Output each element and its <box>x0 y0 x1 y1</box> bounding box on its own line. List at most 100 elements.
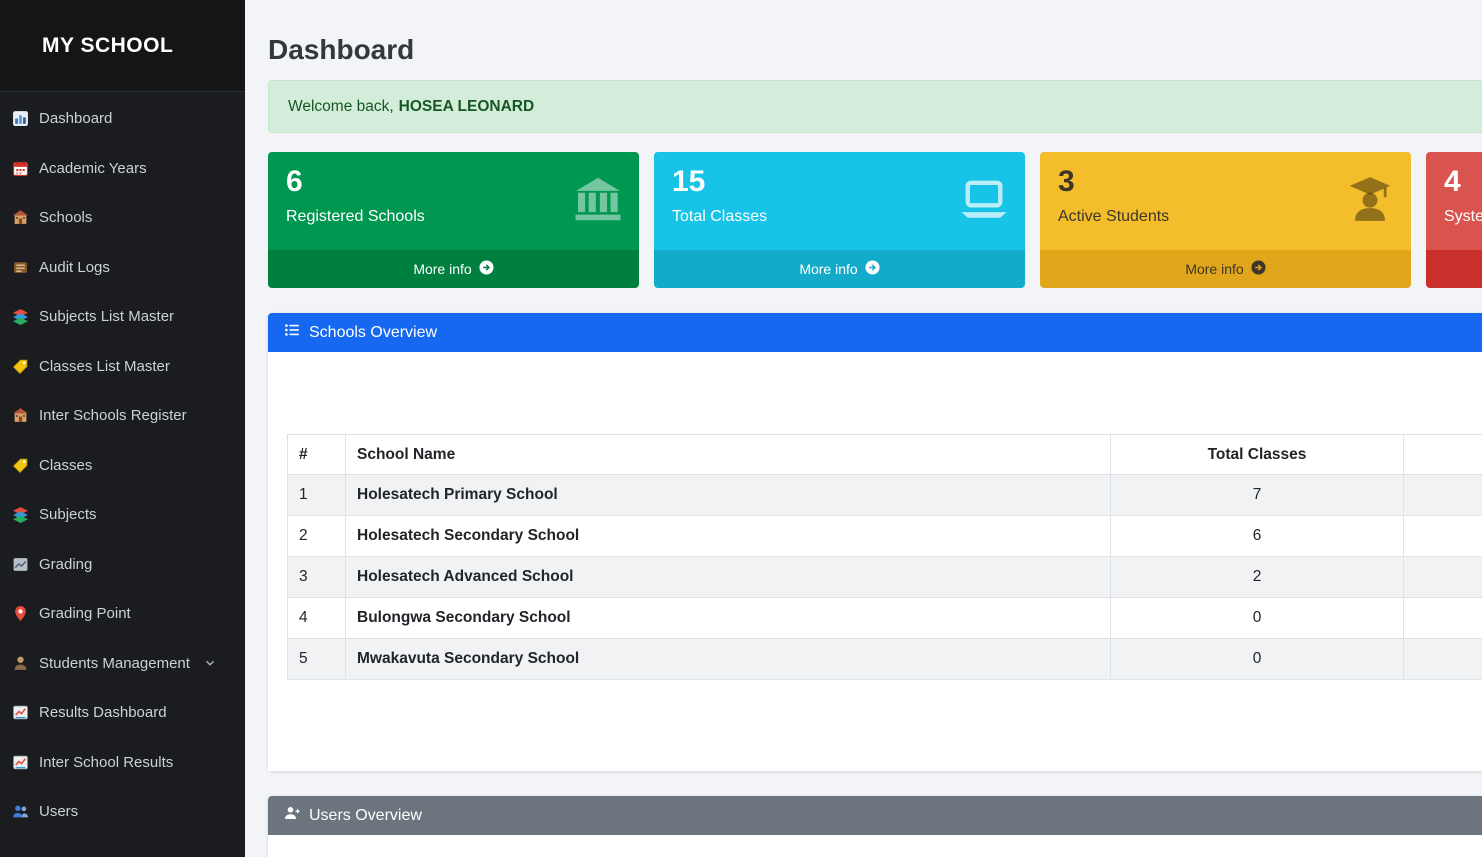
graduate-icon <box>1345 174 1395 229</box>
school-name-cell: Holesatech Primary School <box>346 475 1111 516</box>
sidebar-item-label: Students Management <box>39 655 190 672</box>
total-classes-cell: 0 <box>1111 639 1404 680</box>
schools-overview-header: Schools Overview <box>268 313 1482 352</box>
sidebar-item-label: Subjects List Master <box>39 308 174 325</box>
sidebar-item-grading-point[interactable]: Grading Point <box>0 589 245 639</box>
users-overview-card: Users Overview <box>268 796 1482 857</box>
more-info-link[interactable]: More info <box>268 250 639 288</box>
brand: MY SCHOOL <box>0 0 245 92</box>
card-title: Schools Overview <box>309 324 437 342</box>
school-icon <box>12 209 29 226</box>
user-plus-icon <box>284 805 300 826</box>
users-icon <box>12 803 29 820</box>
books-icon <box>12 308 29 325</box>
sidebar-item-label: Academic Years <box>39 160 147 177</box>
results-icon <box>12 704 29 721</box>
sidebar-item-schools[interactable]: Schools <box>0 193 245 243</box>
sidebar-item-inter-school-results[interactable]: Inter School Results <box>0 738 245 788</box>
total-classes-cell: 2 <box>1111 557 1404 598</box>
sidebar-item-label: Grading <box>39 556 92 573</box>
col-header-extra <box>1404 435 1482 475</box>
sidebar-item-subjects[interactable]: Subjects <box>0 490 245 540</box>
table-row: 4 Bulongwa Secondary School 0 <box>288 598 1482 639</box>
sidebar-item-audit-logs[interactable]: Audit Logs <box>0 243 245 293</box>
student-icon <box>12 655 29 672</box>
sidebar-item-classes-list-master[interactable]: Classes List Master <box>0 342 245 392</box>
info-box-label: System Users <box>1444 208 1482 226</box>
school-name-cell: Bulongwa Secondary School <box>346 598 1111 639</box>
col-header-school-name: School Name <box>346 435 1111 475</box>
school-icon <box>12 407 29 424</box>
table-row: 1 Holesatech Primary School 7 <box>288 475 1482 516</box>
school-building-icon <box>573 174 623 229</box>
sidebar-item-label: Results Dashboard <box>39 704 167 721</box>
sidebar-item-users[interactable]: Users <box>0 787 245 837</box>
sidebar-item-dashboard[interactable]: Dashboard <box>0 94 245 144</box>
sidebar-item-label: Schools <box>39 209 92 226</box>
sidebar-item-label: Classes List Master <box>39 358 170 375</box>
schools-overview-card: Schools Overview # School Name Total Cla… <box>268 313 1482 771</box>
sidebar-item-label: Dashboard <box>39 110 112 127</box>
arrow-circle-right-icon <box>479 260 494 278</box>
table-row: 5 Mwakavuta Secondary School 0 <box>288 639 1482 680</box>
main-content: Dashboard Welcome back, HOSEA LEONARD 6 … <box>245 0 1482 857</box>
grading-icon <box>12 556 29 573</box>
school-name-cell: Holesatech Secondary School <box>346 516 1111 557</box>
books-icon <box>12 506 29 523</box>
school-name-cell: Holesatech Advanced School <box>346 557 1111 598</box>
info-box-system-users: 4 System Users More info <box>1426 152 1482 288</box>
info-box-total-classes: 15 Total Classes More info <box>654 152 1025 288</box>
sidebar-item-academic-years[interactable]: Academic Years <box>0 144 245 194</box>
calendar-icon <box>12 160 29 177</box>
sidebar-item-grading[interactable]: Grading <box>0 540 245 590</box>
school-name-cell: Mwakavuta Secondary School <box>346 639 1111 680</box>
info-box-label: Registered Schools <box>286 208 621 226</box>
welcome-user-name: HOSEA LEONARD <box>399 98 535 116</box>
total-classes-cell: 6 <box>1111 516 1404 557</box>
chart-icon <box>12 110 29 127</box>
info-box-registered-schools: 6 Registered Schools More info <box>268 152 639 288</box>
info-box-value: 15 <box>672 165 1007 200</box>
laptop-icon <box>959 174 1009 229</box>
sidebar-item-label: Audit Logs <box>39 259 110 276</box>
sidebar-item-students-management[interactable]: Students Management <box>0 639 245 689</box>
sidebar-item-label: Subjects <box>39 506 97 523</box>
info-boxes-row: 6 Registered Schools More info 15 Total … <box>268 152 1482 288</box>
schools-table: # School Name Total Classes 1 Holesatech… <box>287 434 1482 680</box>
sidebar-item-results-dashboard[interactable]: Results Dashboard <box>0 688 245 738</box>
more-info-link[interactable]: More info <box>654 250 1025 288</box>
info-box-active-students: 3 Active Students More info <box>1040 152 1411 288</box>
list-icon <box>284 322 300 343</box>
more-info-link[interactable]: More info <box>1040 250 1411 288</box>
total-classes-cell: 7 <box>1111 475 1404 516</box>
card-title: Users Overview <box>309 807 422 825</box>
sidebar-nav: Dashboard Academic Years Schools Audit L… <box>0 92 245 837</box>
welcome-banner: Welcome back, HOSEA LEONARD <box>268 80 1482 133</box>
logs-icon <box>12 259 29 276</box>
col-header-total-classes: Total Classes <box>1111 435 1404 475</box>
info-box-label: Active Students <box>1058 208 1393 226</box>
col-header-index: # <box>288 435 346 475</box>
info-box-value: 4 <box>1444 165 1482 200</box>
sidebar-item-label: Grading Point <box>39 605 131 622</box>
total-classes-cell: 0 <box>1111 598 1404 639</box>
welcome-text: Welcome back, <box>288 98 394 116</box>
more-info-link[interactable]: More info <box>1426 250 1482 288</box>
arrow-circle-right-icon <box>865 260 880 278</box>
sidebar-item-label: Inter Schools Register <box>39 407 187 424</box>
info-box-value: 3 <box>1058 165 1393 200</box>
sidebar: MY SCHOOL Dashboard Academic Years Schoo… <box>0 0 245 857</box>
brand-title: MY SCHOOL <box>42 34 173 58</box>
table-row: 2 Holesatech Secondary School 6 <box>288 516 1482 557</box>
sidebar-item-subjects-list-master[interactable]: Subjects List Master <box>0 292 245 342</box>
sidebar-item-classes[interactable]: Classes <box>0 441 245 491</box>
arrow-circle-right-icon <box>1251 260 1266 278</box>
sidebar-item-label: Inter School Results <box>39 754 173 771</box>
tag-icon <box>12 457 29 474</box>
results-icon <box>12 754 29 771</box>
users-overview-header: Users Overview <box>268 796 1482 835</box>
sidebar-item-inter-schools-register[interactable]: Inter Schools Register <box>0 391 245 441</box>
info-box-value: 6 <box>286 165 621 200</box>
info-box-label: Total Classes <box>672 208 1007 226</box>
tag-icon <box>12 358 29 375</box>
